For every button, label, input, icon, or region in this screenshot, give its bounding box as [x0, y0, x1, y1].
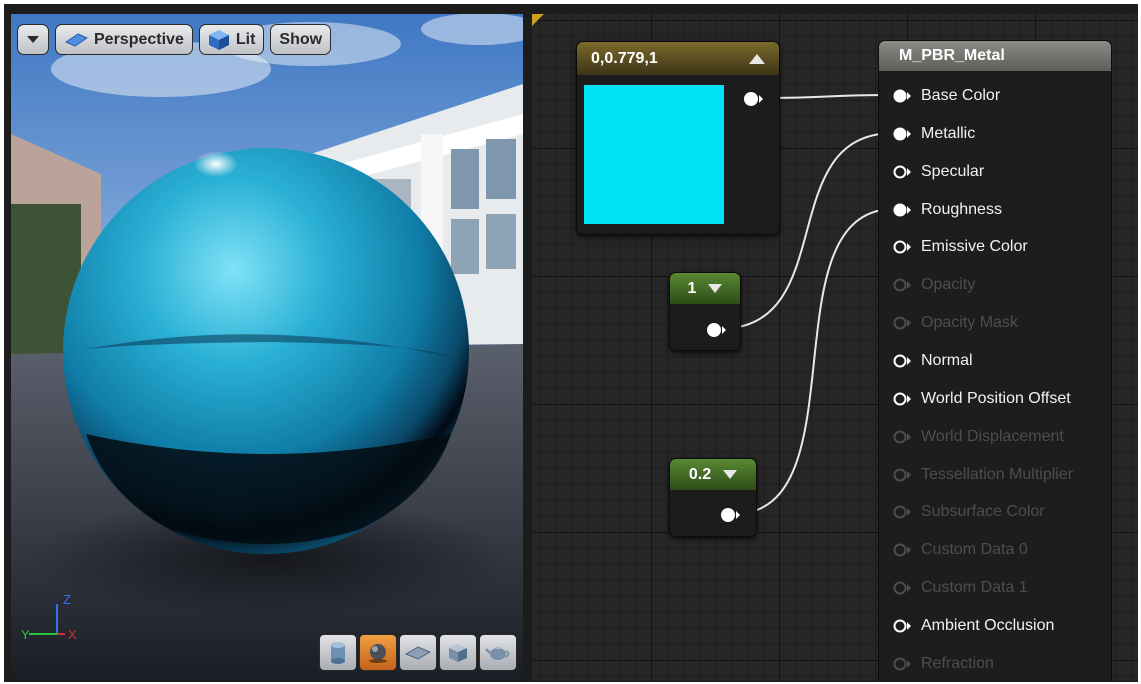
- axis-gizmo: Z Y X: [21, 592, 77, 642]
- plane-icon: [405, 645, 431, 660]
- input-label-world-position-offset: World Position Offset: [921, 389, 1071, 407]
- input-row-tessellation-multiplier: Tessellation Multiplier: [893, 463, 1073, 487]
- vector-constant-node[interactable]: 0,0.779,1: [576, 41, 780, 235]
- wire-base-color: [759, 94, 895, 99]
- input-pin-ambient-occlusion[interactable]: [893, 618, 915, 634]
- input-pin-specular[interactable]: [893, 164, 915, 180]
- input-pin-normal[interactable]: [893, 353, 915, 369]
- input-label-opacity-mask: Opacity Mask: [921, 314, 1018, 332]
- input-row-roughness[interactable]: Roughness: [893, 198, 1002, 222]
- input-pin-metallic[interactable]: [893, 126, 915, 142]
- constant-node-roughness[interactable]: 0.2: [669, 458, 757, 537]
- input-row-normal[interactable]: Normal: [893, 349, 973, 373]
- input-row-custom-data-0: Custom Data 0: [893, 538, 1028, 562]
- input-label-opacity: Opacity: [921, 276, 976, 294]
- material-node-header[interactable]: M_PBR_Metal: [879, 41, 1111, 71]
- input-label-emissive-color: Emissive Color: [921, 238, 1028, 256]
- input-pin-roughness[interactable]: [893, 202, 915, 218]
- preview-cube-button[interactable]: [439, 634, 477, 671]
- preview-sphere-button[interactable]: [359, 634, 397, 671]
- perspective-button[interactable]: Perspective: [55, 24, 193, 55]
- axis-y-label: Y: [21, 627, 30, 642]
- preview-plane-button[interactable]: [399, 634, 437, 671]
- lit-label: Lit: [235, 30, 256, 48]
- teapot-icon: [485, 646, 510, 660]
- material-editor-window: Perspective Lit Show Z Y X 0,0.779,1 1 0…: [4, 4, 1138, 682]
- constant-value-roughness: 0.2: [688, 465, 712, 483]
- axis-z-label: Z: [63, 592, 71, 607]
- viewport-options-button[interactable]: [17, 24, 49, 55]
- input-label-refraction: Refraction: [921, 654, 994, 672]
- input-pin-subsurface-color: [893, 505, 911, 519]
- constant-node-roughness-header[interactable]: 0.2: [670, 459, 756, 490]
- show-label: Show: [279, 30, 323, 48]
- input-row-base-color[interactable]: Base Color: [893, 84, 1000, 108]
- preview-viewport[interactable]: Perspective Lit Show Z Y X: [11, 14, 523, 681]
- cube-icon: [449, 643, 467, 662]
- constant-output-pin-metallic[interactable]: [706, 321, 730, 339]
- input-pin-custom-data-0: [893, 543, 911, 557]
- lit-button[interactable]: Lit: [198, 24, 265, 55]
- axis-x-label: X: [68, 627, 77, 642]
- sphere-icon: [369, 643, 387, 663]
- input-label-normal: Normal: [921, 351, 973, 369]
- input-pin-emissive-color[interactable]: [893, 239, 915, 255]
- input-row-refraction: Refraction: [893, 652, 994, 676]
- constant-output-pin-roughness[interactable]: [720, 506, 744, 524]
- input-row-custom-data-1: Custom Data 1: [893, 576, 1028, 600]
- constant-node-metallic-header[interactable]: 1: [670, 273, 740, 304]
- constant-node-metallic[interactable]: 1: [669, 272, 741, 351]
- show-button[interactable]: Show: [270, 24, 332, 55]
- lit-cube-icon: [208, 29, 229, 50]
- material-graph[interactable]: 0,0.779,1 1 0.2 M_PBR_Metal Base Color M…: [532, 14, 1138, 681]
- vector-node-title: 0,0.779,1: [591, 49, 658, 67]
- material-result-node[interactable]: M_PBR_Metal Base Color Metallic Specular Ro…: [878, 40, 1112, 681]
- input-row-opacity: Opacity: [893, 273, 975, 297]
- input-pin-world-displacement: [893, 430, 911, 444]
- input-label-metallic: Metallic: [921, 124, 976, 142]
- input-pin-opacity: [893, 278, 911, 292]
- input-row-ambient-occlusion[interactable]: Ambient Occlusion: [893, 614, 1054, 638]
- input-pin-tessellation-multiplier: [893, 468, 911, 481]
- input-pin-refraction: [893, 657, 911, 671]
- input-label-specular: Specular: [921, 162, 985, 180]
- input-row-metallic[interactable]: Metallic: [893, 122, 975, 146]
- preview-scene: [11, 14, 523, 681]
- input-label-roughness: Roughness: [921, 200, 1002, 218]
- input-row-emissive-color[interactable]: Emissive Color: [893, 235, 1028, 259]
- input-label-tessellation-multiplier: Tessellation Multiplier: [921, 465, 1074, 483]
- perspective-label: Perspective: [94, 30, 184, 48]
- input-label-custom-data-0: Custom Data 0: [921, 541, 1028, 559]
- input-row-subsurface-color: Subsurface Color: [893, 500, 1045, 524]
- input-label-subsurface-color: Subsurface Color: [921, 503, 1045, 521]
- input-label-custom-data-1: Custom Data 1: [921, 579, 1028, 597]
- input-pin-custom-data-1: [893, 581, 911, 595]
- preview-teapot-button[interactable]: [479, 634, 517, 671]
- vector-output-pin[interactable]: [743, 90, 767, 108]
- viewport-toolbar: Perspective Lit Show: [17, 24, 332, 55]
- input-label-base-color: Base Color: [921, 87, 1001, 104]
- triangle-up-icon[interactable]: [749, 53, 765, 64]
- vector-node-header[interactable]: 0,0.779,1: [577, 42, 779, 75]
- input-row-world-displacement: World Displacement: [893, 425, 1064, 449]
- input-pin-opacity-mask: [893, 316, 911, 330]
- input-label-ambient-occlusion: Ambient Occlusion: [921, 616, 1055, 634]
- input-pin-base-color[interactable]: [893, 88, 915, 104]
- wire-roughness: [733, 208, 895, 515]
- constant-value-metallic: 1: [687, 279, 697, 297]
- input-row-opacity-mask: Opacity Mask: [893, 311, 1018, 335]
- color-preview-swatch: [584, 85, 724, 224]
- preview-mesh-toolbar: [319, 634, 517, 671]
- perspective-plane-icon: [64, 32, 88, 47]
- chevron-down-icon: [27, 35, 39, 43]
- input-label-world-displacement: World Displacement: [921, 427, 1064, 445]
- input-row-world-position-offset[interactable]: World Position Offset: [893, 387, 1071, 411]
- input-row-specular[interactable]: Specular: [893, 160, 984, 184]
- triangle-down-icon[interactable]: [723, 470, 738, 479]
- preview-cylinder-button[interactable]: [319, 634, 357, 671]
- material-node-title: M_PBR_Metal: [899, 47, 1005, 64]
- input-pin-world-position-offset[interactable]: [893, 391, 915, 407]
- cylinder-icon: [331, 641, 345, 664]
- triangle-down-icon[interactable]: [708, 284, 723, 293]
